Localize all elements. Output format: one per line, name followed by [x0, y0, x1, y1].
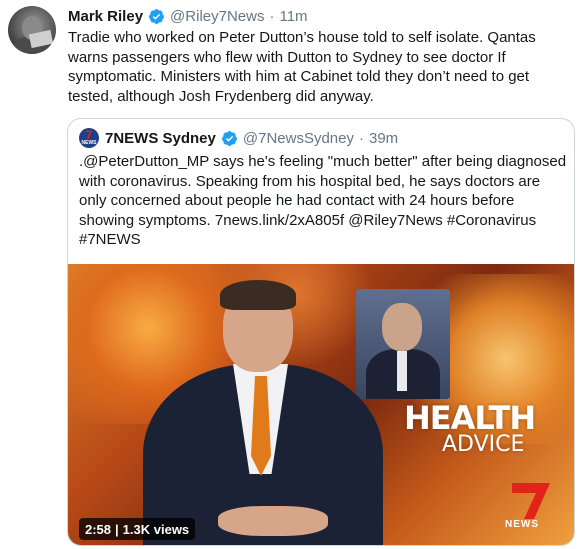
quoted-author-name[interactable]: 7NEWS Sydney	[105, 130, 216, 147]
quoted-tweet[interactable]: 7 NEWS 7NEWS Sydney @7NewsSydney · 39m .…	[67, 118, 575, 546]
verified-badge-icon	[221, 130, 237, 146]
quoted-author-avatar[interactable]: 7 NEWS	[79, 128, 99, 148]
tweet-header: Mark Riley @Riley7News · 11m	[68, 6, 308, 26]
video-player[interactable]: HEALTH ADVICE NEWS 2:58 | 1.3K views	[68, 264, 574, 545]
quoted-timestamp[interactable]: 39m	[369, 130, 398, 147]
inset-photo	[356, 289, 450, 399]
avatar-logo-word: NEWS	[81, 140, 97, 146]
quoted-header-separator: ·	[358, 129, 364, 147]
video-duration: 2:58	[85, 521, 112, 537]
author-avatar[interactable]	[8, 6, 56, 54]
presenter-hands	[218, 506, 328, 536]
inset-person-head	[382, 303, 422, 351]
overlay-subtitle: ADVICE	[442, 432, 525, 457]
inset-person-shirt	[397, 351, 407, 391]
seven-logo-icon	[512, 483, 550, 519]
quoted-tweet-header: 7 NEWS 7NEWS Sydney @7NewsSydney · 39m	[79, 127, 398, 149]
author-handle[interactable]: @Riley7News	[170, 8, 264, 25]
quoted-author-handle[interactable]: @7NewsSydney	[243, 130, 354, 147]
video-info-badge: 2:58 | 1.3K views	[79, 518, 196, 540]
header-separator: ·	[269, 7, 275, 25]
logo-word: NEWS	[505, 519, 539, 530]
tweet: Mark Riley @Riley7News · 11m Tradie who …	[0, 0, 581, 549]
video-views: 1.3K views	[122, 521, 190, 537]
verified-badge-icon	[149, 8, 164, 24]
badge-divider: |	[115, 521, 119, 537]
quoted-tweet-text: .@PeterDutton_MP says he's feeling "much…	[79, 153, 567, 249]
tweet-timestamp[interactable]: 11m	[279, 8, 307, 25]
presenter-hair	[220, 280, 296, 310]
author-name[interactable]: Mark Riley	[68, 8, 143, 25]
tweet-text: Tradie who worked on Peter Dutton’s hous…	[68, 29, 536, 105]
